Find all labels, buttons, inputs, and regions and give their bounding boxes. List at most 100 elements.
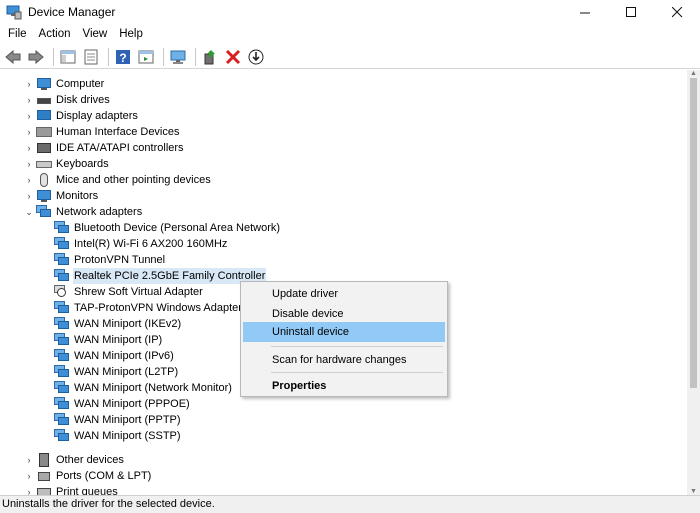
tree-category-label: Mice and other pointing devices	[56, 174, 211, 186]
properties-icon[interactable]	[81, 47, 101, 67]
mouse-icon	[36, 173, 52, 187]
tree-category-label: Display adapters	[56, 110, 138, 122]
tree-category-disk-drives[interactable]: › Disk drives	[24, 92, 111, 108]
tree-category-ports[interactable]: › Ports (COM & LPT)	[24, 468, 152, 484]
tree-device-item[interactable]: WAN Miniport (PPTP)	[54, 412, 182, 428]
tree-device-item[interactable]: TAP-ProtonVPN Windows Adapter V9	[54, 300, 259, 316]
network-adapter-icon	[54, 349, 70, 363]
tree-device-label: WAN Miniport (L2TP)	[74, 366, 179, 378]
tree-device-item[interactable]: Intel(R) Wi-Fi 6 AX200 160MHz	[54, 236, 228, 252]
context-menu-uninstall-device[interactable]: Uninstall device	[243, 322, 445, 342]
print-queue-icon	[36, 485, 52, 495]
chevron-right-icon[interactable]: ›	[24, 92, 34, 108]
maximize-button[interactable]	[608, 0, 654, 24]
tree-device-label: WAN Miniport (PPPOE)	[74, 398, 190, 410]
back-arrow-icon[interactable]	[3, 47, 23, 67]
minimize-button[interactable]	[562, 0, 608, 24]
tree-category-keyboards[interactable]: › Keyboards	[24, 156, 110, 172]
chevron-right-icon[interactable]: ›	[24, 124, 34, 140]
context-menu-properties[interactable]: Properties	[243, 376, 445, 396]
tree-category-mice[interactable]: › Mice and other pointing devices	[24, 172, 212, 188]
tree-device-item[interactable]: WAN Miniport (PPPOE)	[54, 396, 191, 412]
tree-device-label: WAN Miniport (Network Monitor)	[74, 382, 232, 394]
tree-device-item[interactable]: WAN Miniport (SSTP)	[54, 428, 182, 444]
scroll-down-icon[interactable]: ▼	[690, 488, 697, 495]
download-icon[interactable]	[246, 47, 266, 67]
tree-category-label: Ports (COM & LPT)	[56, 470, 152, 482]
tree-category-human-interface-devices[interactable]: › Human Interface Devices	[24, 124, 181, 140]
tree-device-item[interactable]: WAN Miniport (Network Monitor)	[54, 380, 233, 396]
tree-category-ide-controllers[interactable]: › IDE ATA/ATAPI controllers	[24, 140, 185, 156]
tree-device-label: WAN Miniport (IPv6)	[74, 350, 174, 362]
help-icon[interactable]: ?	[113, 47, 133, 67]
tree-device-item-selected[interactable]: Realtek PCIe 2.5GbE Family Controller	[54, 268, 267, 284]
toolbar-separator	[108, 47, 109, 66]
forward-arrow-icon[interactable]	[26, 47, 46, 67]
chevron-right-icon[interactable]: ›	[24, 108, 34, 124]
ide-controller-icon	[36, 141, 52, 155]
chevron-right-icon[interactable]: ›	[24, 156, 34, 172]
toolbar-separator	[53, 47, 54, 66]
menu-action[interactable]: Action	[33, 24, 77, 44]
tree-device-item[interactable]: WAN Miniport (IP)	[54, 332, 163, 348]
tree-device-label: ProtonVPN Tunnel	[74, 254, 166, 266]
context-menu-update-driver[interactable]: Update driver	[243, 284, 445, 304]
device-manager-app-icon	[6, 4, 22, 20]
tree-device-label: TAP-ProtonVPN Windows Adapter V9	[74, 302, 259, 314]
tree-device-item[interactable]: WAN Miniport (IPv6)	[54, 348, 175, 364]
tree-device-label: WAN Miniport (IKEv2)	[74, 318, 182, 330]
network-adapter-icon	[54, 333, 70, 347]
chevron-right-icon[interactable]: ›	[24, 172, 34, 188]
uninstall-device-icon[interactable]	[223, 47, 243, 67]
network-adapter-icon	[54, 221, 70, 235]
scroll-up-icon[interactable]: ▲	[690, 70, 697, 77]
menu-bar: File Action View Help	[0, 24, 700, 44]
tree-category-label: Human Interface Devices	[56, 126, 180, 138]
network-adapter-icon	[54, 253, 70, 267]
menu-file[interactable]: File	[2, 24, 33, 44]
chevron-right-icon[interactable]: ›	[24, 188, 34, 204]
tree-device-item[interactable]: WAN Miniport (IKEv2)	[54, 316, 182, 332]
chevron-right-icon[interactable]: ›	[24, 468, 34, 484]
chevron-right-icon[interactable]: ›	[24, 140, 34, 156]
context-menu-disable-device[interactable]: Disable device	[243, 304, 445, 324]
network-adapter-icon	[54, 429, 70, 443]
chevron-right-icon[interactable]: ›	[24, 452, 34, 468]
tree-device-item[interactable]: ProtonVPN Tunnel	[54, 252, 166, 268]
tree-category-network-adapters[interactable]: ⌄ Network adapters	[24, 204, 143, 220]
tree-category-other-devices[interactable]: › Other devices	[24, 452, 125, 468]
scrollbar-thumb[interactable]	[690, 78, 697, 388]
vertical-scrollbar[interactable]: ▲ ▼	[687, 70, 700, 495]
tree-device-item[interactable]: Shrew Soft Virtual Adapter	[54, 284, 204, 300]
tree-category-monitors[interactable]: › Monitors	[24, 188, 99, 204]
update-driver-icon[interactable]	[200, 47, 220, 67]
display-adapter-icon	[36, 109, 52, 123]
hid-icon	[36, 125, 52, 139]
menu-view[interactable]: View	[77, 24, 114, 44]
tree-category-display-adapters[interactable]: › Display adapters	[24, 108, 139, 124]
tree-device-item[interactable]: Bluetooth Device (Personal Area Network)	[54, 220, 281, 236]
show-hide-console-tree-icon[interactable]	[58, 47, 78, 67]
tree-category-print-queues[interactable]: › Print queues	[24, 484, 119, 495]
scan-hardware-icon[interactable]	[168, 47, 188, 67]
toolbar: ?	[0, 45, 700, 69]
chevron-right-icon[interactable]: ›	[24, 76, 34, 92]
tree-device-label: Bluetooth Device (Personal Area Network)	[74, 222, 281, 234]
network-adapter-icon	[54, 269, 70, 283]
tree-category-computer[interactable]: › Computer	[24, 76, 105, 92]
chevron-right-icon[interactable]: ›	[24, 484, 34, 495]
context-menu: Update driver Disable device Uninstall d…	[240, 281, 448, 397]
action-pane-icon[interactable]	[136, 47, 156, 67]
menu-help[interactable]: Help	[113, 24, 149, 44]
context-menu-scan-hardware[interactable]: Scan for hardware changes	[243, 350, 445, 370]
tree-device-label: Realtek PCIe 2.5GbE Family Controller	[73, 268, 267, 284]
keyboard-icon	[36, 157, 52, 171]
network-adapter-icon	[54, 397, 70, 411]
chevron-down-icon[interactable]: ⌄	[24, 204, 34, 220]
close-button[interactable]	[654, 0, 700, 24]
tree-category-label: Monitors	[56, 190, 99, 202]
tree-category-label: Network adapters	[56, 206, 143, 218]
tree-category-label: Print queues	[56, 486, 118, 495]
tree-device-item[interactable]: WAN Miniport (L2TP)	[54, 364, 179, 380]
toolbar-separator	[195, 47, 196, 66]
